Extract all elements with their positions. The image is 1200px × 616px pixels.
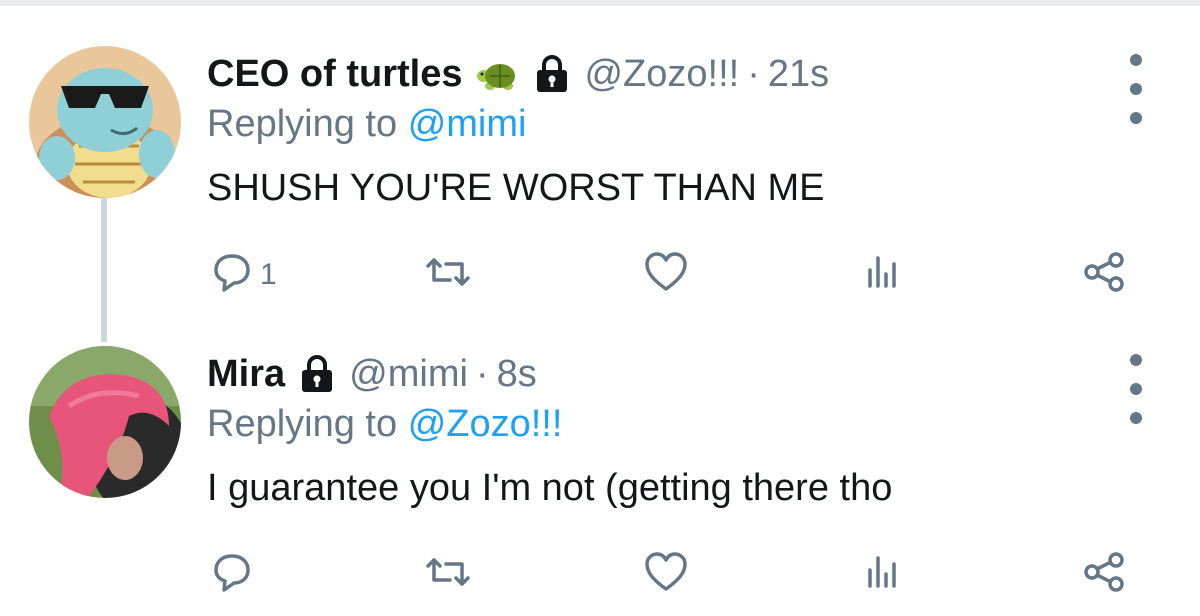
share-icon xyxy=(1082,250,1128,299)
reply-icon xyxy=(210,550,254,599)
tweet-header: Mira @mimi · 8s xyxy=(207,352,537,396)
replying-to-line: Replying to @Zozo!!! xyxy=(207,402,562,446)
replying-to-mention[interactable]: @mimi xyxy=(408,103,527,145)
display-name[interactable]: CEO of turtles xyxy=(207,52,462,96)
like-button[interactable] xyxy=(642,250,690,299)
lock-icon xyxy=(534,55,570,93)
separator-dot: · xyxy=(747,53,760,95)
stats-button[interactable] xyxy=(862,550,902,599)
timestamp[interactable]: 21s xyxy=(768,52,829,96)
reply-button[interactable]: 1 xyxy=(210,250,277,299)
reply-count: 1 xyxy=(260,257,277,291)
user-handle[interactable]: @mimi xyxy=(349,352,468,396)
tweet-text: SHUSH YOU'RE WORST THAN ME xyxy=(207,167,825,209)
retweet-button[interactable] xyxy=(422,550,474,599)
tweet-text: I guarantee you I'm not (getting there t… xyxy=(207,467,893,509)
tweet-header: CEO of turtles @Zozo!!! · 21s xyxy=(207,52,829,96)
replying-to-line: Replying to @mimi xyxy=(207,102,526,146)
heart-icon xyxy=(642,550,690,599)
tweet-actions: 1 xyxy=(0,250,1200,300)
timestamp[interactable]: 8s xyxy=(497,352,537,396)
avatar[interactable] xyxy=(29,346,181,498)
display-name[interactable]: Mira xyxy=(207,352,285,396)
share-button[interactable] xyxy=(1082,250,1128,299)
share-button[interactable] xyxy=(1082,550,1128,599)
user-handle[interactable]: @Zozo!!! xyxy=(584,52,739,96)
pink-hair-photo-image xyxy=(29,346,181,498)
heart-icon xyxy=(642,250,690,299)
reply-button[interactable] xyxy=(210,550,260,599)
stats-icon xyxy=(862,250,902,299)
replying-to-label: Replying to xyxy=(207,403,398,445)
more-options-icon[interactable] xyxy=(1126,54,1146,124)
retweet-icon xyxy=(422,250,474,299)
replying-to-label: Replying to xyxy=(207,103,398,145)
tweet-actions xyxy=(0,550,1200,600)
more-options-icon[interactable] xyxy=(1126,354,1146,424)
reply-icon xyxy=(210,250,254,299)
top-divider xyxy=(0,0,1200,6)
turtle-icon xyxy=(476,56,520,92)
stats-icon xyxy=(862,550,902,599)
replying-to-mention[interactable]: @Zozo!!! xyxy=(408,403,563,445)
retweet-button[interactable] xyxy=(422,250,474,299)
separator-dot: · xyxy=(475,353,489,395)
squirtle-avatar-image xyxy=(29,46,181,198)
retweet-icon xyxy=(422,550,474,599)
avatar[interactable] xyxy=(29,46,181,198)
like-button[interactable] xyxy=(642,550,690,599)
lock-icon xyxy=(299,355,335,393)
share-icon xyxy=(1082,550,1128,599)
stats-button[interactable] xyxy=(862,250,902,299)
